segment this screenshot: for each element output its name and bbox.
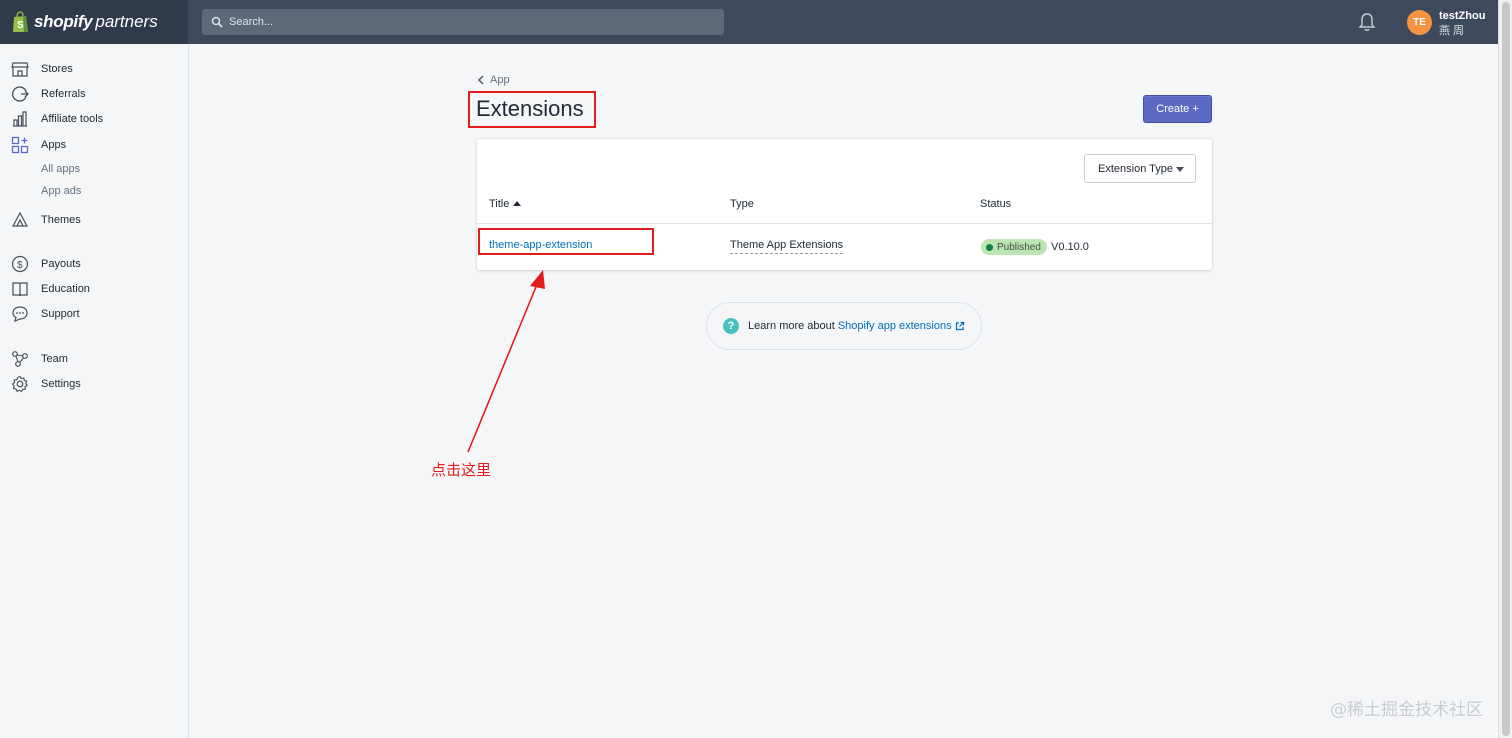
sidebar-item-label: Themes: [41, 214, 81, 226]
scrollbar[interactable]: [1498, 0, 1512, 738]
column-header-title[interactable]: Title: [489, 198, 522, 210]
brand-name: shopify: [34, 12, 93, 31]
chevron-left-icon: [478, 75, 484, 85]
support-icon: [12, 306, 28, 323]
referrals-icon: [12, 86, 29, 102]
status-dot-icon: [986, 243, 993, 251]
breadcrumb-label: App: [490, 74, 510, 86]
annotation-arrow: [467, 270, 545, 453]
payouts-icon: $: [11, 255, 29, 273]
filter-label: Extension Type: [1098, 162, 1174, 175]
learn-more-banner: ? Learn more about Shopify app extension…: [706, 302, 982, 350]
bell-icon[interactable]: [1356, 11, 1378, 33]
external-link-icon[interactable]: [955, 321, 965, 331]
column-header-status: Status: [980, 198, 1012, 210]
table-divider: [477, 223, 1212, 224]
breadcrumb[interactable]: App: [477, 74, 510, 86]
extension-type-filter[interactable]: Extension Type: [1084, 154, 1196, 183]
question-icon: ?: [723, 318, 739, 334]
search-icon: [211, 16, 223, 28]
sidebar-item-label: Support: [41, 308, 80, 320]
themes-icon: [11, 211, 29, 227]
user-subtitle: 燕 周: [1439, 25, 1465, 37]
watermark: @稀土掘金技术社区: [1330, 700, 1483, 720]
search-input[interactable]: Search...: [202, 9, 724, 35]
scroll-thumb[interactable]: [1502, 2, 1510, 736]
brand-sub: partners: [95, 12, 158, 31]
column-header-label: Title: [489, 198, 510, 210]
sidebar-item-label: Affiliate tools: [41, 113, 104, 125]
sidebar-item-label: Stores: [41, 63, 73, 75]
sidebar-item-label: Settings: [41, 378, 81, 390]
sidebar-item-label: Education: [41, 283, 90, 295]
user-name[interactable]: testZhou: [1439, 10, 1485, 22]
svg-text:S: S: [17, 20, 24, 31]
sort-ascending-icon: [513, 201, 522, 206]
annotation-highlight-title: [468, 91, 596, 128]
status-badge: Published: [981, 239, 1047, 255]
sidebar: Stores Referrals Affiliate tools Apps Al…: [0, 44, 189, 738]
annotation-label: 点击这里: [431, 461, 492, 479]
status-label: Published: [997, 241, 1041, 253]
learn-more-link[interactable]: Shopify app extensions: [838, 320, 952, 332]
affiliate-tools-icon: [13, 111, 27, 127]
top-bar: S shopify partners Search... TE testZhou…: [0, 0, 1498, 44]
sidebar-subitem-label: All apps: [41, 163, 81, 175]
extension-version: V0.10.0: [1051, 241, 1089, 253]
settings-icon: [11, 375, 29, 393]
sidebar-subitem-label: App ads: [41, 185, 82, 197]
sidebar-item-label: Referrals: [41, 88, 86, 100]
svg-text:$: $: [17, 260, 23, 271]
sidebar-subitem-app-ads[interactable]: App ads: [0, 180, 188, 202]
sidebar-subitem-all-apps[interactable]: All apps: [0, 158, 188, 180]
search-placeholder: Search...: [229, 16, 274, 28]
shopify-bag-icon: S: [13, 11, 28, 32]
extension-type-cell: Theme App Extensions: [730, 239, 844, 254]
create-button[interactable]: Create +: [1143, 95, 1212, 123]
avatar[interactable]: TE: [1407, 10, 1432, 35]
apps-icon: [11, 136, 29, 154]
sidebar-item-label: Team: [41, 353, 68, 365]
logo[interactable]: S shopify partners: [0, 0, 188, 44]
column-header-type: Type: [730, 198, 754, 210]
team-icon: [12, 351, 28, 367]
education-icon: [12, 282, 28, 297]
sidebar-item-label: Payouts: [41, 258, 81, 270]
sidebar-item-label: Apps: [41, 139, 67, 151]
store-icon: [11, 62, 29, 77]
caret-down-icon: [1176, 167, 1184, 172]
learn-more-text: Learn more about: [748, 320, 835, 332]
annotation-highlight-link: [478, 228, 654, 255]
